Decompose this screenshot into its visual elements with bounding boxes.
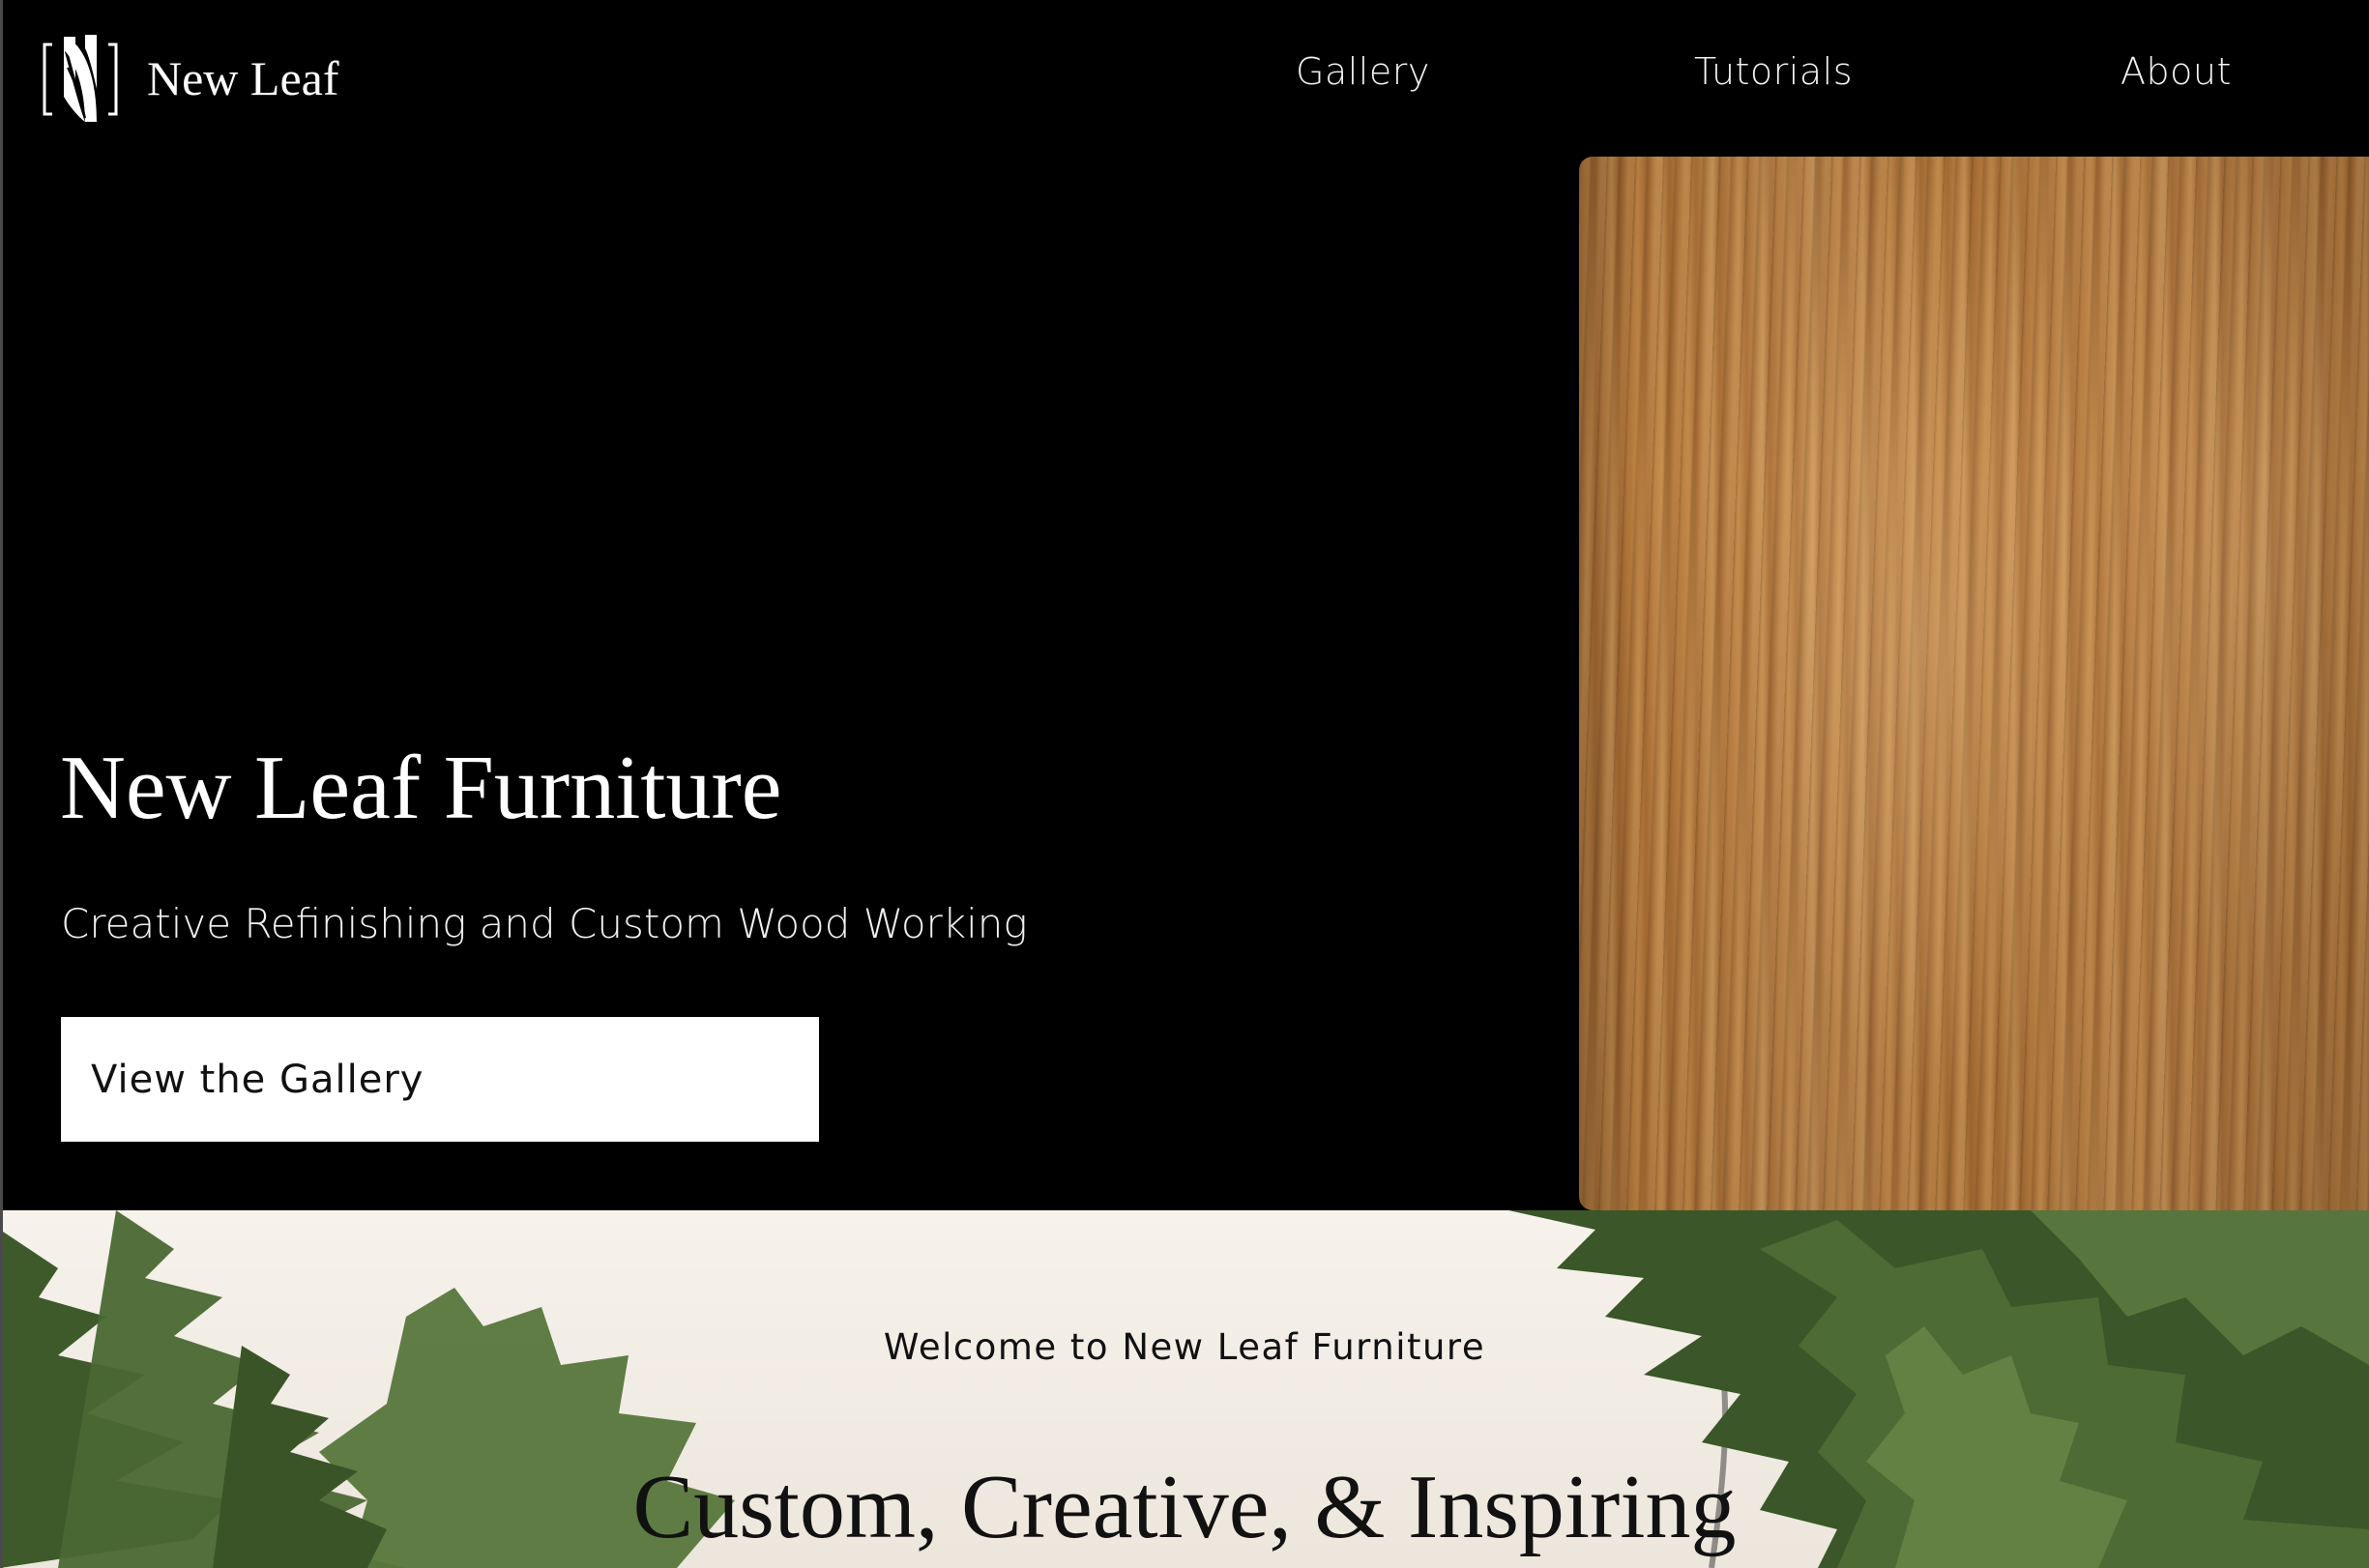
welcome-section: Welcome to New Leaf Furniture Custom, Cr… [0, 1210, 2369, 1568]
nav-tutorials[interactable]: Tutorials [1694, 50, 1853, 93]
welcome-heading: Custom, Creative, & Inspiring [632, 1457, 1737, 1557]
view-gallery-button[interactable]: View the Gallery [61, 1017, 819, 1142]
nav-gallery[interactable]: Gallery [1296, 50, 1430, 93]
wood-grain-image [1579, 157, 2369, 1210]
hero-section: New Leaf Furniture Creative Refinishing … [0, 0, 2369, 1210]
new-leaf-logo-icon [43, 35, 118, 122]
welcome-kicker: Welcome to New Leaf Furniture [883, 1326, 1486, 1368]
site-header: New Leaf Gallery Tutorials About [0, 0, 2369, 155]
hero-title: New Leaf Furniture [60, 738, 782, 838]
hero-subtitle: Creative Refinishing and Custom Wood Wor… [61, 900, 1028, 947]
logo-link[interactable]: New Leaf [41, 29, 339, 128]
nav-about[interactable]: About [2120, 50, 2232, 93]
logo-text: New Leaf [147, 51, 339, 105]
